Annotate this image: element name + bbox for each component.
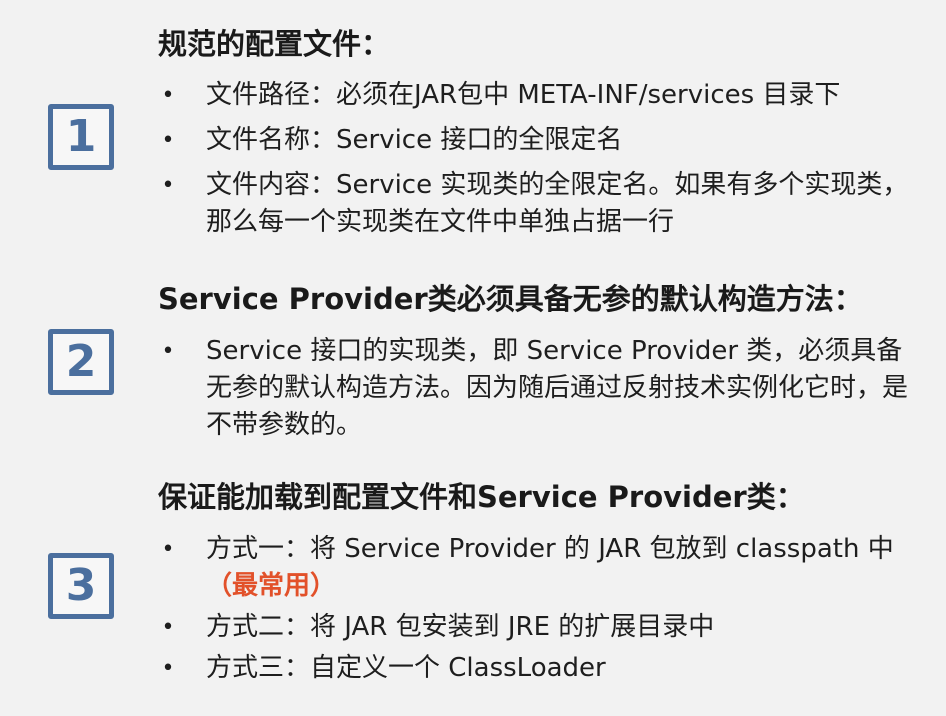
section-3-heading: 保证能加载到配置文件和Service Provider类： [158,480,805,514]
bullet-item: • 方式二：将 JAR 包安装到 JRE 的扩展目录中 [158,609,928,646]
section-2-heading: Service Provider类必须具备无参的默认构造方法： [158,282,863,316]
bullet-item: • 方式一：将 Service Provider 的 JAR 包放到 class… [158,531,928,605]
number-2: 2 [65,336,97,387]
number-3: 3 [65,560,97,611]
bullet-dot: • [161,173,175,198]
bullet-text: 方式一：将 Service Provider 的 JAR 包放到 classpa… [206,534,894,564]
bullet-text: 文件路径：必须在JAR包中 META-INF/services 目录下 [206,80,841,110]
section-3-bullets: • 方式一：将 Service Provider 的 JAR 包放到 class… [158,531,928,687]
bullet-dot: • [161,656,175,681]
bullet-text: 文件内容：Service 实现类的全限定名。如果有多个实现类，那么每一个实现类在… [206,170,909,237]
section-2-bullets: • Service 接口的实现类，即 Service Provider 类，必须… [158,333,928,444]
number-box-3: 3 [48,553,114,619]
section-1-heading: 规范的配置文件： [158,27,391,61]
bullet-text: Service 接口的实现类，即 Service Provider 类，必须具备… [206,336,909,440]
bullet-item: • 方式三：自定义一个 ClassLoader [158,650,928,687]
bullet-dot: • [161,128,175,153]
bullet-item: • Service 接口的实现类，即 Service Provider 类，必须… [158,333,928,444]
bullet-item: • 文件路径：必须在JAR包中 META-INF/services 目录下 [158,77,928,114]
bullet-item: • 文件内容：Service 实现类的全限定名。如果有多个实现类，那么每一个实现… [158,167,928,241]
bullet-dot: • [161,615,175,640]
emphasis-label: （最常用） [206,571,337,601]
bullet-text: 方式二：将 JAR 包安装到 JRE 的扩展目录中 [206,612,715,642]
bullet-item: • 文件名称：Service 接口的全限定名 [158,122,928,159]
bullet-dot: • [161,83,175,108]
number-1: 1 [65,111,97,162]
bullet-text: 方式三：自定义一个 ClassLoader [206,653,606,683]
number-box-1: 1 [48,104,114,170]
number-box-2: 2 [48,329,114,395]
bullet-dot: • [161,537,175,562]
bullet-dot: • [161,339,175,364]
section-1-bullets: • 文件路径：必须在JAR包中 META-INF/services 目录下 • … [158,77,928,241]
bullet-text: 文件名称：Service 接口的全限定名 [206,125,623,155]
